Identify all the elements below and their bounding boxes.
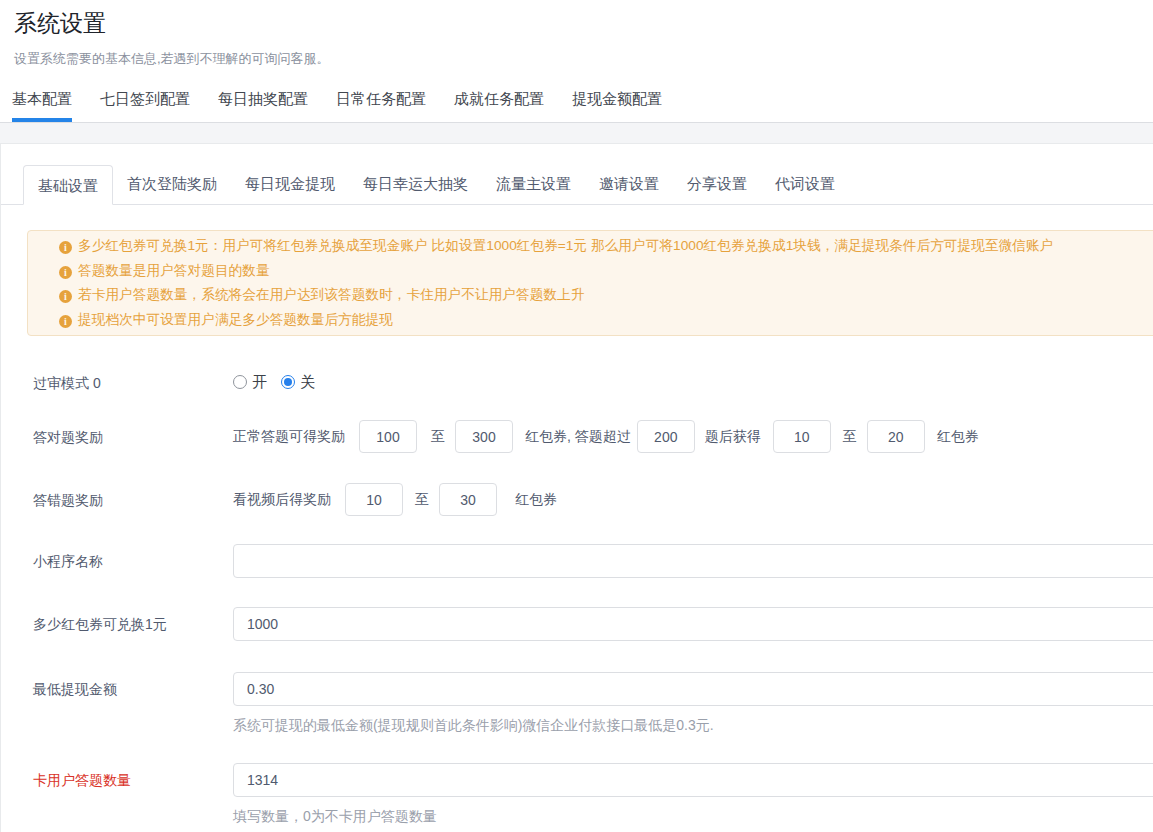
radio-off[interactable]: 关 [281, 373, 315, 392]
answer-threshold-input[interactable] [637, 420, 695, 453]
correct-reward-max-input[interactable] [455, 420, 513, 453]
notice-text: 多少红包券可兑换1元：用户可将红包券兑换成至现金账户 比如设置1000红包券=1… [78, 238, 1053, 253]
top-tab-seven-day-signin[interactable]: 七日签到配置 [100, 91, 190, 122]
radio-label: 关 [300, 373, 315, 392]
top-tab-bar: 基本配置 七日签到配置 每日抽奖配置 日常任务配置 成就任务配置 提现金额配置 [0, 91, 1153, 123]
top-tab-basic[interactable]: 基本配置 [12, 91, 72, 122]
inner-tab-invite-settings[interactable]: 邀请设置 [585, 164, 673, 204]
wrong-reward-min-input[interactable] [345, 483, 403, 516]
inner-tab-first-login-reward[interactable]: 首次登陆奖励 [113, 164, 231, 204]
inner-tab-base-settings[interactable]: 基础设置 [23, 165, 113, 205]
inline-text: 至 [431, 428, 445, 446]
info-icon: i [59, 315, 72, 328]
notice-line: i 若卡用户答题数量，系统将会在用户达到该答题数时，卡住用户不让用户答题数上升 [59, 283, 1153, 308]
field-label: 答对题奖励 [33, 420, 233, 445]
bonus-max-input[interactable] [867, 420, 925, 453]
notice-text: 若卡用户答题数量，系统将会在用户达到该答题数时，卡住用户不让用户答题数上升 [78, 287, 584, 302]
inline-text: 红包券, 答题超过 [525, 428, 631, 446]
form-row-coupons-per-yuan: 多少红包券可兑换1元 [33, 607, 1153, 641]
audit-mode-radio-group: 开 关 [233, 370, 315, 394]
notice-line: i 多少红包券可兑换1元：用户可将红包券兑换成至现金账户 比如设置1000红包券=… [59, 234, 1153, 259]
bonus-min-input[interactable] [773, 420, 831, 453]
top-tab-withdraw-amount[interactable]: 提现金额配置 [572, 91, 662, 122]
page-subtitle: 设置系统需要的基本信息,若遇到不理解的可询问客服。 [14, 50, 1153, 67]
info-icon: i [59, 290, 72, 303]
inline-text: 题后获得 [705, 428, 761, 446]
form-row-app-name: 小程序名称 [33, 544, 1153, 578]
inline-text: 红包券 [937, 428, 979, 446]
info-icon: i [59, 241, 72, 254]
inner-tab-daily-lucky-draw[interactable]: 每日幸运大抽奖 [349, 164, 482, 204]
min-withdraw-input[interactable] [233, 672, 1153, 706]
inline-text: 至 [843, 428, 857, 446]
radio-on[interactable]: 开 [233, 373, 267, 392]
settings-form: 过审模式 0 开 关 答对题奖励 正常答题可得奖励 至 红包券, 答题超过 [1, 370, 1153, 825]
field-label: 多少红包券可兑换1元 [33, 607, 233, 632]
notice-line: i 提现档次中可设置用户满足多少答题数量后方能提现 [59, 308, 1153, 333]
page-header: 系统设置 设置系统需要的基本信息,若遇到不理解的可询问客服。 [0, 0, 1153, 67]
field-label-red: 卡用户答题数量 [33, 763, 233, 788]
inner-tab-keyword-settings[interactable]: 代词设置 [761, 164, 849, 204]
page-background-band [0, 123, 1153, 143]
form-row-wrong-reward: 答错题奖励 看视频后得奖励 至 红包券 [33, 483, 1153, 516]
top-tab-daily-lottery[interactable]: 每日抽奖配置 [218, 91, 308, 122]
wrong-reward-controls: 看视频后得奖励 至 红包券 [233, 483, 557, 516]
field-label: 过审模式 0 [33, 370, 233, 391]
info-icon: i [59, 266, 72, 279]
inline-text: 红包券 [515, 491, 557, 509]
field-hint: 填写数量，0为不卡用户答题数量 [233, 808, 1153, 825]
correct-reward-controls: 正常答题可得奖励 至 红包券, 答题超过 题后获得 至 红包券 [233, 420, 979, 453]
radio-label: 开 [252, 373, 267, 392]
notice-box: i 多少红包券可兑换1元：用户可将红包券兑换成至现金账户 比如设置1000红包券=… [27, 230, 1153, 336]
coupons-per-yuan-input[interactable] [233, 607, 1153, 641]
inner-tab-bar: 基础设置 首次登陆奖励 每日现金提现 每日幸运大抽奖 流量主设置 邀请设置 分享… [1, 164, 1153, 205]
settings-card: 基础设置 首次登陆奖励 每日现金提现 每日幸运大抽奖 流量主设置 邀请设置 分享… [0, 143, 1153, 832]
inner-tab-traffic-settings[interactable]: 流量主设置 [482, 164, 585, 204]
top-tab-achievement-task[interactable]: 成就任务配置 [454, 91, 544, 122]
page-title: 系统设置 [14, 9, 1153, 37]
form-row-correct-reward: 答对题奖励 正常答题可得奖励 至 红包券, 答题超过 题后获得 至 红包券 [33, 420, 1153, 453]
form-row-audit-mode: 过审模式 0 开 关 [33, 370, 1153, 394]
wrong-reward-max-input[interactable] [439, 483, 497, 516]
field-label: 小程序名称 [33, 544, 233, 569]
cap-answers-input[interactable] [233, 763, 1153, 797]
notice-line: i 答题数量是用户答对题目的数量 [59, 259, 1153, 284]
inline-text: 看视频后得奖励 [233, 491, 331, 509]
form-row-cap-answers: 卡用户答题数量 填写数量，0为不卡用户答题数量 [33, 763, 1153, 825]
form-row-min-withdraw: 最低提现金额 系统可提现的最低金额(提现规则首此条件影响)微信企业付款接口最低是… [33, 672, 1153, 734]
inner-tab-daily-cash-withdraw[interactable]: 每日现金提现 [231, 164, 349, 204]
correct-reward-min-input[interactable] [359, 420, 417, 453]
inline-text: 正常答题可得奖励 [233, 428, 345, 446]
field-hint: 系统可提现的最低金额(提现规则首此条件影响)微信企业付款接口最低是0.3元. [233, 717, 1153, 734]
notice-text: 答题数量是用户答对题目的数量 [78, 263, 270, 278]
radio-circle-icon[interactable] [233, 375, 247, 389]
notice-text: 提现档次中可设置用户满足多少答题数量后方能提现 [78, 312, 393, 327]
app-name-input[interactable] [233, 544, 1153, 578]
radio-circle-checked-icon[interactable] [281, 375, 295, 389]
inline-text: 至 [415, 491, 429, 509]
field-label: 最低提现金额 [33, 672, 233, 697]
top-tab-daily-task[interactable]: 日常任务配置 [336, 91, 426, 122]
inner-tab-share-settings[interactable]: 分享设置 [673, 164, 761, 204]
field-label: 答错题奖励 [33, 483, 233, 508]
